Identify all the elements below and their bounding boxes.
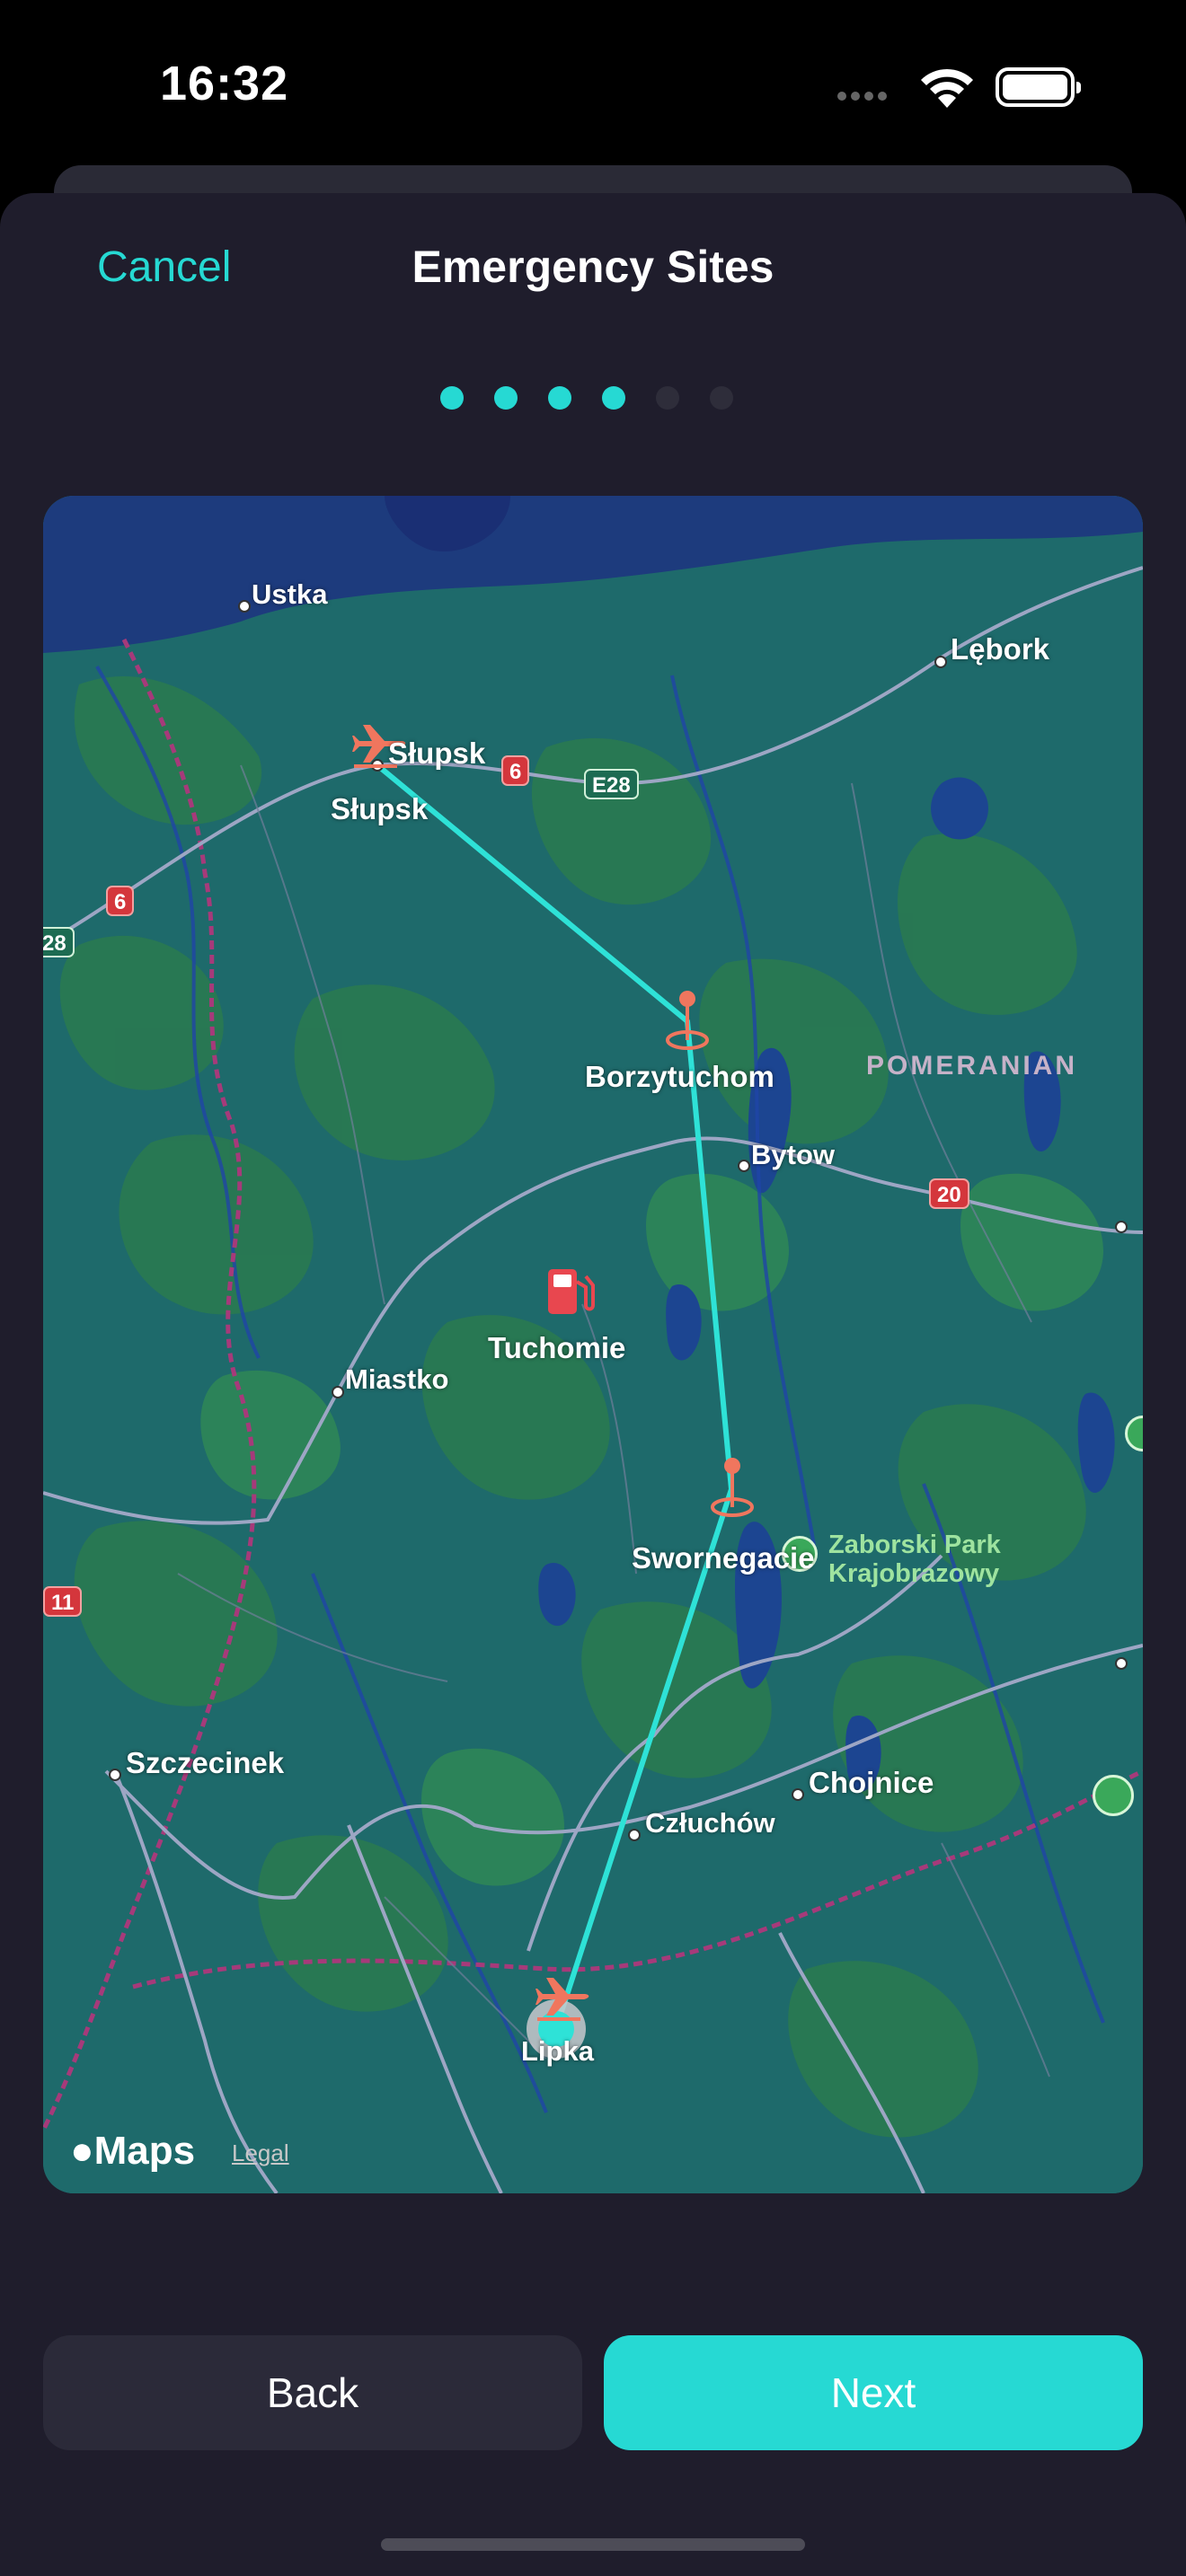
road-shield: 20 [929,1178,969,1209]
maps-logo-text: Maps [93,2129,196,2173]
road-shield: 28 [43,927,75,957]
place-label-swornegacie: Swornegacie [632,1541,815,1575]
page-dot [710,386,733,410]
next-button[interactable]: Next [604,2335,1143,2450]
apple-logo-icon: ● [70,2129,94,2173]
page-dot [656,386,679,410]
place-label-slupsk-airport: Słupsk [388,737,486,770]
park-label-line1: Zaborski Park [828,1531,1001,1559]
cellular-signal-icon [837,89,891,105]
airport-icon [535,1978,589,2021]
page-dot [548,386,571,410]
fuel-station-icon [548,1269,595,1314]
park-label: Zaborski Park Krajobrazowy [828,1531,1001,1588]
place-label-lebork: Lębork [951,632,1050,666]
place-label-czluchow: Człuchów [645,1807,775,1839]
place-label-borzytuchom: Borzytuchom [585,1060,774,1093]
wifi-icon [921,68,973,108]
battery-icon [996,67,1081,107]
park-icon [1093,1775,1134,1816]
status-time: 16:32 [160,57,289,110]
page-dot [440,386,464,410]
landing-site-pin-icon [711,1458,754,1517]
place-label-chojnice: Chojnice [809,1766,934,1799]
region-label: POMERANIAN [866,1051,1078,1081]
page-title: Emergency Sites [412,242,774,292]
maps-logo: ●Maps [70,2129,195,2174]
landing-site-pin-icon [666,991,709,1050]
legal-link[interactable]: Legal [232,2139,289,2167]
road-shield: 6 [106,886,135,916]
place-label-lipka: Lipka [521,2035,594,2067]
road-shield: E28 [584,769,639,799]
place-label-ustka: Ustka [252,578,328,610]
road-shield: 6 [501,755,530,786]
page-dot [494,386,518,410]
home-indicator [381,2538,805,2551]
back-button[interactable]: Back [43,2335,582,2450]
place-label-szczecinek: Szczecinek [126,1746,285,1779]
place-label-slupsk: Słupsk [331,792,429,825]
page-dot [602,386,625,410]
place-label-miastko: Miastko [345,1363,449,1395]
place-label-tuchomie: Tuchomie [488,1331,626,1364]
route-map[interactable]: 6 E28 6 28 20 11 Ustka Lębork Słupsk Słu… [43,496,1143,2193]
park-label-line2: Krajobrazowy [828,1559,1000,1588]
place-label-bytow: Bytow [751,1139,835,1170]
status-bar: 16:32 [0,0,1186,171]
road-shield: 11 [43,1586,83,1617]
